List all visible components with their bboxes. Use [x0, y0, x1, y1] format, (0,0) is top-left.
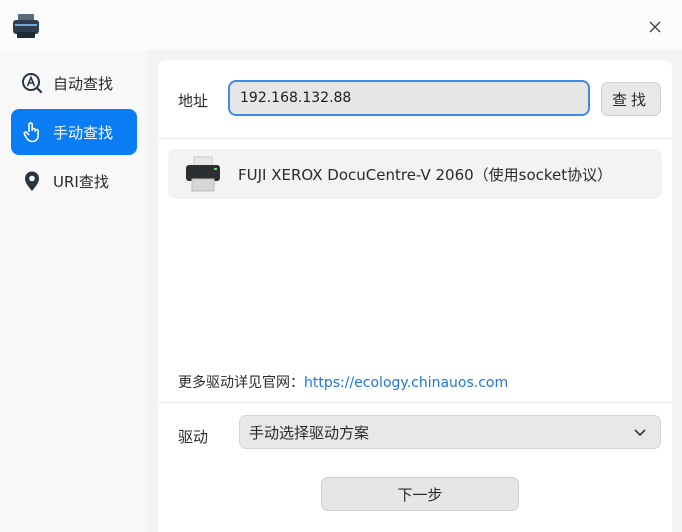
sidebar: 自动查找 手动查找 URI查找 — [0, 50, 148, 532]
address-label: 地址 — [178, 92, 209, 110]
driver-select-value: 手动选择驱动方案 — [249, 423, 370, 442]
next-step-button[interactable]: 下一步 — [321, 477, 519, 511]
printer-name: FUJI XEROX DocuCentre-V 2060（使用socket协议） — [238, 165, 613, 184]
sidebar-item-manual-search[interactable]: 手动查找 — [11, 109, 137, 155]
auto-search-icon — [21, 72, 43, 94]
find-button[interactable]: 查找 — [601, 82, 661, 116]
driver-label: 驱动 — [178, 428, 209, 446]
sidebar-item-label: URI查找 — [53, 172, 109, 191]
printer-icon — [186, 156, 220, 192]
drivers-website-link[interactable]: https://ecology.chinauos.com — [304, 375, 508, 391]
sidebar-item-label: 手动查找 — [53, 123, 114, 142]
printer-icon — [13, 14, 39, 38]
address-input[interactable] — [228, 80, 590, 116]
more-drivers-line: 更多驱动详见官网：https://ecology.chinauos.com — [178, 372, 508, 392]
divider — [158, 402, 672, 403]
printer-result-item[interactable]: FUJI XEROX DocuCentre-V 2060（使用socket协议） — [168, 149, 662, 199]
sidebar-item-uri-search[interactable]: URI查找 — [11, 158, 137, 204]
sidebar-item-label: 自动查找 — [53, 74, 114, 93]
driver-select[interactable]: 手动选择驱动方案 — [239, 415, 661, 449]
sidebar-item-auto-search[interactable]: 自动查找 — [11, 60, 137, 106]
divider — [158, 138, 672, 139]
close-button[interactable] — [642, 14, 668, 40]
location-pin-icon — [21, 170, 43, 192]
hand-pointer-icon — [21, 121, 43, 143]
titlebar — [0, 0, 682, 50]
chevron-down-icon — [634, 429, 646, 437]
close-icon — [649, 21, 661, 33]
main-panel: 地址 查找 FUJI XEROX DocuCentre-V 2060（使用soc… — [158, 60, 672, 532]
more-drivers-prefix: 更多驱动详见官网： — [178, 375, 304, 391]
